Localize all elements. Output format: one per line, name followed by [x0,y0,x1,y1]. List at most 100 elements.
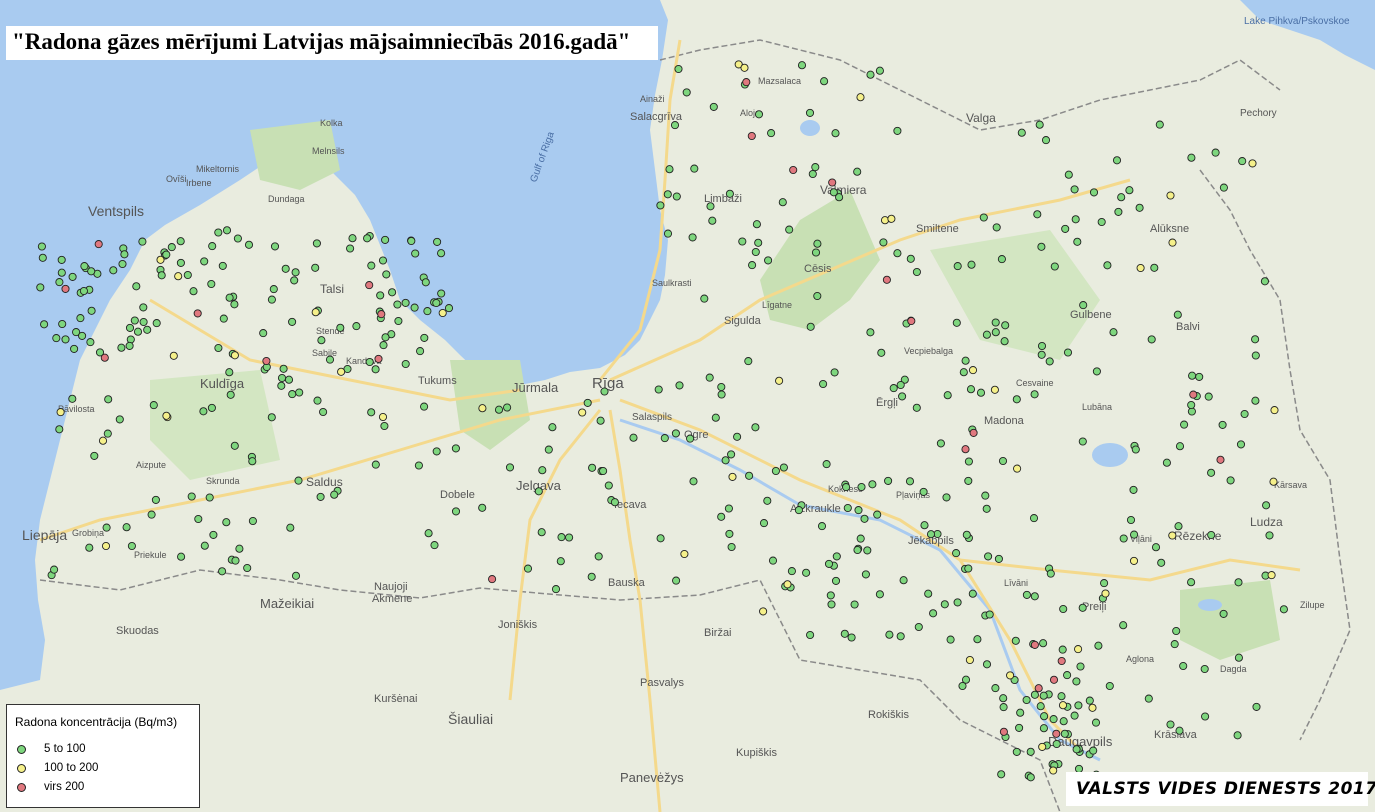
point-low[interactable] [365,357,374,367]
point-low[interactable] [1251,335,1260,344]
point-low[interactable] [1175,442,1185,451]
point-low[interactable] [50,565,59,574]
point-low[interactable] [1251,396,1260,405]
point-low[interactable] [1037,242,1046,251]
point-low[interactable] [1162,458,1171,467]
point-low[interactable] [1097,217,1106,227]
point-low[interactable] [407,236,416,246]
point-low[interactable] [785,225,794,234]
point-low[interactable] [534,487,543,496]
point-low[interactable] [1131,445,1140,454]
point-low[interactable] [629,433,638,442]
point-low[interactable] [200,541,209,550]
point-high[interactable] [907,316,916,326]
point-low[interactable] [1251,351,1260,360]
point-low[interactable] [1017,128,1026,137]
point-low[interactable] [1226,476,1235,485]
point-low[interactable] [151,495,160,504]
point-low[interactable] [830,368,839,377]
point-low[interactable] [920,521,929,530]
point-low[interactable] [875,66,884,75]
point-low[interactable] [1070,185,1079,194]
point-low[interactable] [879,238,888,247]
point-low[interactable] [912,403,921,412]
point-low[interactable] [964,564,973,573]
point-low[interactable] [1114,207,1123,216]
point-low[interactable] [1234,578,1243,587]
point-high[interactable] [789,165,798,175]
point-low[interactable] [104,395,113,404]
point-low[interactable] [824,559,834,568]
point-low[interactable] [819,379,828,389]
point-high[interactable] [374,354,383,363]
point-low[interactable] [1144,694,1153,703]
point-medium[interactable] [337,367,346,376]
point-high[interactable] [1057,656,1066,666]
point-low[interactable] [61,335,70,344]
point-low[interactable] [994,554,1003,563]
point-medium[interactable] [783,580,792,589]
point-low[interactable] [451,444,460,453]
point-low[interactable] [367,408,376,417]
point-high[interactable] [94,240,103,249]
point-low[interactable] [953,598,962,607]
point-low[interactable] [806,630,815,640]
point-medium[interactable] [98,436,108,445]
point-low[interactable] [1072,745,1081,754]
point-low[interactable] [1026,773,1035,782]
point-low[interactable] [1151,543,1161,552]
point-low[interactable] [288,317,297,326]
point-low[interactable] [401,359,410,369]
point-low[interactable] [281,264,290,273]
point-low[interactable] [843,503,852,513]
point-low[interactable] [423,307,432,316]
point-low[interactable] [748,261,757,270]
point-low[interactable] [1207,468,1216,477]
point-low[interactable] [832,552,841,561]
point-low[interactable] [991,328,1000,337]
point-low[interactable] [656,201,665,210]
point-low[interactable] [1063,348,1073,357]
point-low[interactable] [544,445,553,454]
point-low[interactable] [78,331,87,340]
point-low[interactable] [690,164,699,173]
point-medium[interactable] [1168,531,1177,540]
point-low[interactable] [348,234,357,243]
point-low[interactable] [919,487,928,496]
point-low[interactable] [505,463,515,472]
point-low[interactable] [1233,731,1242,740]
point-low[interactable] [1060,729,1069,738]
point-low[interactable] [1078,437,1087,446]
point-high[interactable] [193,309,202,318]
point-low[interactable] [1033,210,1042,219]
point-low[interactable] [764,256,773,265]
point-low[interactable] [899,576,908,585]
point-low[interactable] [966,385,976,394]
point-low[interactable] [444,304,454,313]
point-low[interactable] [437,249,446,258]
point-low[interactable] [1207,530,1216,540]
point-low[interactable] [380,421,389,431]
point-low[interactable] [410,303,419,312]
point-medium[interactable] [311,308,320,317]
point-low[interactable] [176,258,185,267]
point-low[interactable] [997,255,1006,264]
point-low[interactable] [222,226,232,235]
point-low[interactable] [751,247,760,257]
point-low[interactable] [557,533,566,542]
point-medium[interactable] [1129,556,1139,565]
point-low[interactable] [218,261,227,270]
point-low[interactable] [352,322,361,331]
point-medium[interactable] [1166,191,1175,200]
point-low[interactable] [286,523,295,532]
point-low[interactable] [1071,215,1080,224]
point-low[interactable] [797,61,807,70]
point-low[interactable] [79,286,88,296]
point-low[interactable] [205,493,214,502]
point-medium[interactable] [1248,159,1257,168]
point-medium[interactable] [1088,703,1097,712]
point-low[interactable] [866,328,875,337]
point-low[interactable] [207,403,216,412]
point-medium[interactable] [1136,263,1145,273]
point-low[interactable] [1076,662,1085,671]
